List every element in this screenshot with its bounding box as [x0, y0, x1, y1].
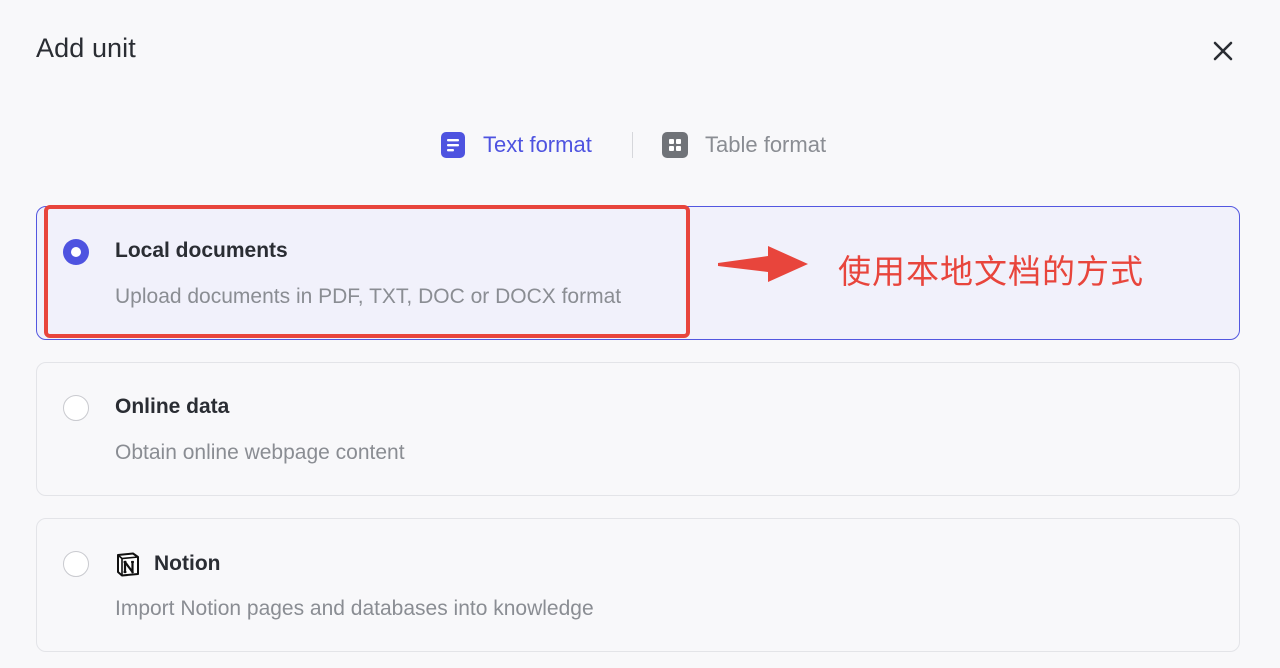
close-icon: [1213, 41, 1233, 61]
dialog-title: Add unit: [36, 33, 136, 63]
tab-table-format[interactable]: Table format: [661, 128, 826, 162]
option-title: Online data: [115, 395, 229, 419]
option-online-data[interactable]: Online data Obtain online webpage conten…: [36, 362, 1240, 496]
radio-local-documents[interactable]: [63, 239, 89, 265]
option-description: Import Notion pages and databases into k…: [115, 597, 594, 620]
notion-icon: [117, 552, 139, 577]
option-notion[interactable]: Notion Import Notion pages and databases…: [36, 518, 1240, 652]
tab-divider: [632, 132, 633, 158]
add-unit-dialog: Add unit Text format Table format Local …: [0, 0, 1280, 668]
option-title-text: Local documents: [115, 239, 288, 262]
close-button[interactable]: [1208, 36, 1238, 66]
tab-table-format-label: Table format: [705, 132, 827, 157]
table-icon: [662, 132, 688, 158]
annotation-arrow-icon: [718, 246, 808, 282]
tab-text-format-label: Text format: [483, 132, 592, 157]
tab-text-format[interactable]: Text format: [439, 128, 592, 162]
option-title-text: Online data: [115, 395, 230, 418]
option-description: Obtain online webpage content: [115, 441, 405, 464]
option-title-text: Notion: [154, 552, 221, 575]
radio-online-data[interactable]: [63, 395, 89, 421]
option-description: Upload documents in PDF, TXT, DOC or DOC…: [115, 285, 622, 308]
document-icon: [441, 132, 465, 158]
format-tabs: Text format Table format: [0, 128, 1280, 162]
option-title: Local documents: [115, 239, 288, 263]
radio-notion[interactable]: [63, 551, 89, 577]
annotation-text: 使用本地文档的方式: [838, 252, 1144, 291]
option-title: Notion: [115, 551, 220, 577]
